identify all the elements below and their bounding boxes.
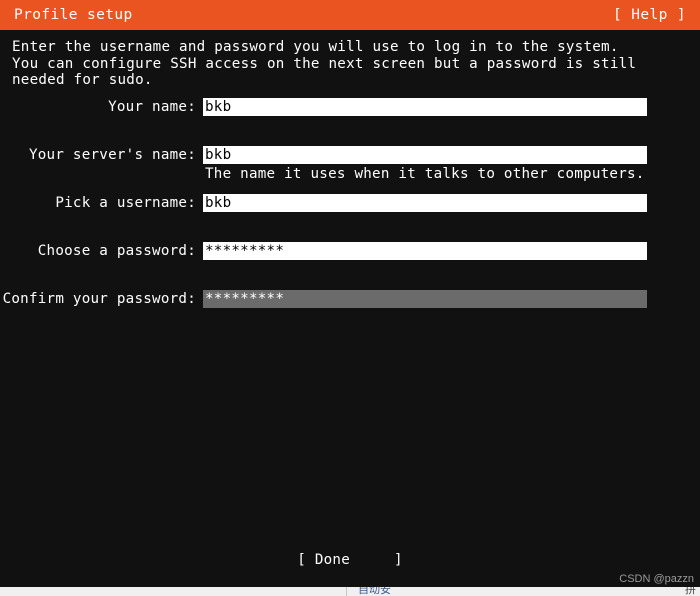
- content-area: Enter the username and password you will…: [0, 30, 700, 596]
- input-confirm-password[interactable]: *********: [203, 290, 647, 308]
- label-your-name: Your name:: [108, 99, 196, 115]
- intro-text: Enter the username and password you will…: [12, 39, 646, 88]
- page-title: Profile setup: [14, 7, 133, 23]
- input-your-name[interactable]: bkb: [203, 98, 647, 116]
- hint-server-name: The name it uses when it talks to other …: [205, 166, 645, 182]
- help-button[interactable]: [ Help ]: [613, 0, 686, 30]
- form-row-your-name: Your name: bkb: [0, 98, 700, 116]
- input-server-name[interactable]: bkb: [203, 146, 647, 164]
- host-taskbar: 自动安 拼: [0, 587, 700, 596]
- form-row-password: Choose a password: *********: [0, 242, 700, 260]
- label-confirm-password: Confirm your password:: [2, 291, 196, 307]
- form-row-username: Pick a username: bkb: [0, 194, 700, 212]
- input-username-value: bkb: [205, 195, 232, 211]
- form-row-confirm-password: Confirm your password: *********: [0, 290, 700, 308]
- watermark: CSDN @pazzn: [619, 573, 694, 585]
- label-server-name: Your server's name:: [28, 147, 196, 163]
- header-bar: Profile setup [ Help ]: [0, 0, 700, 30]
- taskbar-right-label[interactable]: 拼: [685, 587, 696, 596]
- input-password-value: *********: [205, 243, 285, 259]
- label-username: Pick a username:: [55, 195, 196, 211]
- input-your-name-value: bkb: [205, 99, 232, 115]
- installer-screen: Profile setup [ Help ] Enter the usernam…: [0, 0, 700, 596]
- input-confirm-password-value: *********: [205, 291, 285, 307]
- input-server-name-value: bkb: [205, 147, 232, 163]
- label-password: Choose a password:: [37, 243, 196, 259]
- taskbar-divider: [346, 587, 347, 596]
- input-username[interactable]: bkb: [203, 194, 647, 212]
- form-row-server-name: Your server's name: bkb The name it uses…: [0, 146, 700, 182]
- input-password[interactable]: *********: [203, 242, 647, 260]
- done-button[interactable]: [ Done ]: [0, 550, 700, 570]
- taskbar-label[interactable]: 自动安: [358, 587, 391, 596]
